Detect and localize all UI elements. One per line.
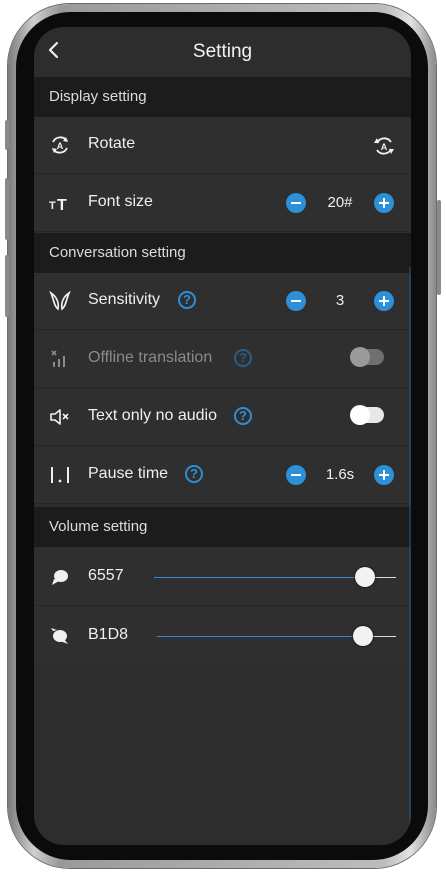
rotate-icon: A (52, 136, 68, 154)
pause-time-value: 1.6s (325, 466, 355, 483)
row-text-only: Text only no audio ? (34, 389, 411, 446)
row-offline-translation: Offline translation ? (34, 331, 411, 388)
rotate-label: Rotate (88, 135, 136, 152)
font-size-decrease-button[interactable] (286, 193, 306, 213)
slider-thumb[interactable] (353, 626, 373, 646)
empty-content-area (34, 665, 411, 845)
volume-b1d8-label: B1D8 (88, 626, 129, 643)
section-volume: Volume setting (34, 507, 411, 547)
side-button-volume-down (5, 255, 9, 317)
svg-text:T: T (57, 197, 67, 214)
text-only-help-icon[interactable]: ? (234, 407, 252, 425)
svg-text:A: A (57, 141, 64, 151)
volume-6557-slider[interactable] (154, 567, 396, 587)
speech-bubble-icon (52, 570, 68, 585)
sensitivity-help-icon[interactable]: ? (178, 291, 196, 309)
font-size-increase-button[interactable] (374, 193, 394, 213)
sensitivity-label: Sensitivity (88, 291, 161, 308)
row-pause-time: Pause time ? 1.6s (34, 447, 411, 504)
slider-thumb[interactable] (355, 567, 375, 587)
svg-text:A: A (381, 142, 388, 152)
offline-translation-help-icon[interactable]: ? (234, 349, 252, 367)
row-volume-b1d8: B1D8 (34, 606, 411, 665)
row-sensitivity: Sensitivity ? 3 (34, 273, 411, 330)
text-only-toggle[interactable] (350, 405, 384, 425)
sensitivity-icon (49, 290, 71, 311)
toggle-knob (350, 347, 370, 367)
font-size-icon: T T (49, 197, 67, 214)
row-rotate[interactable]: A Rotate A (34, 117, 411, 174)
sensitivity-decrease-button[interactable] (286, 291, 306, 311)
side-button-volume-up (5, 178, 9, 240)
rotate-auto-icon[interactable]: A (372, 134, 396, 158)
slider-track-filled (157, 636, 363, 637)
pause-time-icon (51, 467, 69, 483)
offline-signal-icon (51, 350, 65, 367)
row-volume-6557: 6557 (34, 547, 411, 606)
slider-track-filled (154, 577, 365, 578)
mute-icon (50, 409, 69, 425)
screen-edge-highlight (409, 267, 411, 827)
volume-6557-label: 6557 (88, 567, 124, 584)
pause-time-label: Pause time (88, 465, 169, 482)
text-only-label: Text only no audio (88, 407, 217, 424)
side-button-silent (5, 120, 9, 150)
offline-translation-toggle[interactable] (350, 347, 384, 367)
speech-bubble-alt-icon (51, 628, 68, 644)
font-size-value: 20# (327, 194, 353, 211)
sensitivity-value: 3 (335, 292, 345, 309)
settings-screen: Setting Display setting A Rotate A T T F… (34, 27, 411, 845)
toggle-knob (350, 405, 370, 425)
section-display: Display setting (34, 77, 411, 117)
offline-translation-label: Offline translation (88, 349, 213, 366)
pause-time-help-icon[interactable]: ? (185, 465, 203, 483)
row-font-size: T T Font size 20# (34, 175, 411, 232)
sensitivity-increase-button[interactable] (374, 291, 394, 311)
font-size-label: Font size (88, 193, 153, 210)
section-conversation: Conversation setting (34, 233, 411, 273)
pause-time-increase-button[interactable] (374, 465, 394, 485)
page-title: Setting (192, 41, 253, 62)
side-button-power (437, 200, 441, 295)
header-bar: Setting (34, 27, 411, 77)
pause-time-decrease-button[interactable] (286, 465, 306, 485)
svg-text:T: T (49, 200, 56, 212)
volume-b1d8-slider[interactable] (157, 626, 396, 646)
